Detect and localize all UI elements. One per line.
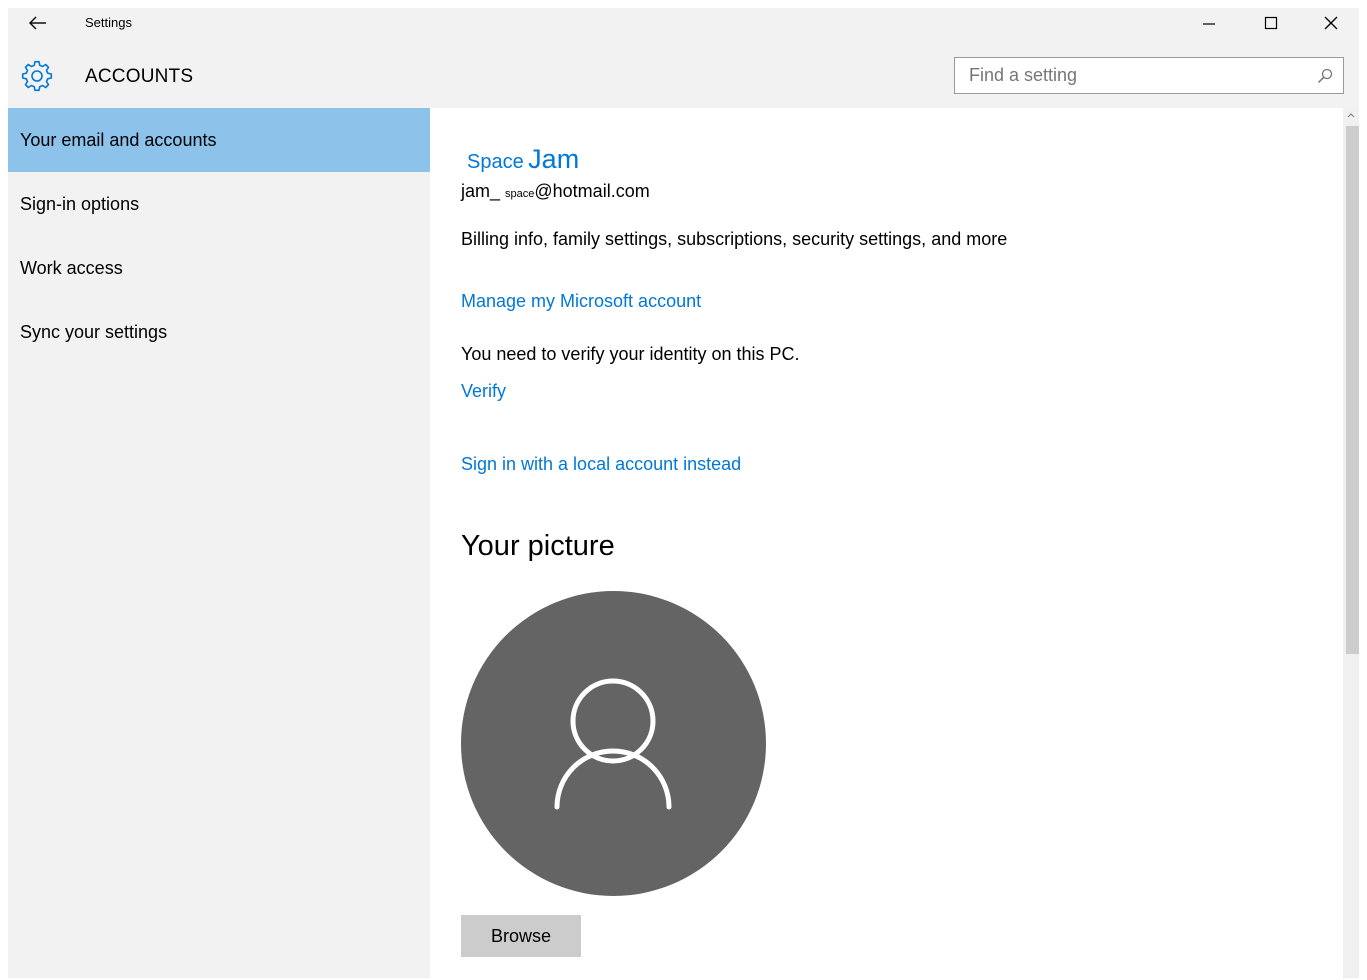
gear-icon <box>21 60 53 92</box>
sidebar-item-your-email-and-accounts[interactable]: Your email and accounts <box>8 108 430 172</box>
browse-button[interactable]: Browse <box>461 915 581 957</box>
avatar <box>461 591 766 896</box>
scrollbar[interactable] <box>1343 108 1359 978</box>
search-box[interactable] <box>954 57 1344 94</box>
search-icon[interactable] <box>1317 68 1333 84</box>
sidebar-item-work-access[interactable]: Work access <box>8 236 430 300</box>
email-suffix: @hotmail.com <box>534 181 650 201</box>
local-account-link[interactable]: Sign in with a local account instead <box>461 454 741 475</box>
account-first-name: Space <box>467 151 524 173</box>
verify-identity-text: You need to verify your identity on this… <box>461 344 800 364</box>
your-picture-heading: Your picture <box>461 530 615 562</box>
sidebar-item-sync-your-settings[interactable]: Sync your settings <box>8 300 430 364</box>
email-prefix: jam_ <box>461 181 501 201</box>
close-button[interactable] <box>1308 8 1354 38</box>
minimize-icon <box>1203 23 1215 25</box>
close-icon <box>1324 16 1338 30</box>
main-content: Space Jam jam_ space@hotmail.com Billing… <box>430 108 1359 978</box>
sidebar-item-sign-in-options[interactable]: Sign-in options <box>8 172 430 236</box>
account-email: jam_ space@hotmail.com <box>461 181 650 202</box>
manage-account-link[interactable]: Manage my Microsoft account <box>461 291 701 312</box>
settings-window: Settings ACCOUNTS Find a setting Your em… <box>8 8 1359 978</box>
verify-link[interactable]: Verify <box>461 381 506 402</box>
back-arrow-icon <box>29 16 46 30</box>
minimize-button[interactable] <box>1186 8 1232 38</box>
email-middle: space <box>505 188 535 200</box>
scrollbar-thumb[interactable] <box>1346 126 1359 654</box>
account-name: Space Jam <box>467 144 579 175</box>
billing-description: Billing info, family settings, subscript… <box>461 229 1008 249</box>
search-input[interactable] <box>955 58 1323 93</box>
maximize-icon <box>1264 16 1278 30</box>
scroll-up-icon[interactable] <box>1343 108 1359 124</box>
sidebar: Your email and accounts Sign-in options … <box>8 108 430 978</box>
maximize-button[interactable] <box>1248 8 1294 38</box>
back-button[interactable] <box>26 12 50 34</box>
window-title: Settings <box>85 15 132 30</box>
user-icon <box>554 678 672 810</box>
section-title: ACCOUNTS <box>85 66 194 87</box>
title-bar: Settings <box>8 8 1359 38</box>
account-last-name: Jam <box>528 144 580 174</box>
